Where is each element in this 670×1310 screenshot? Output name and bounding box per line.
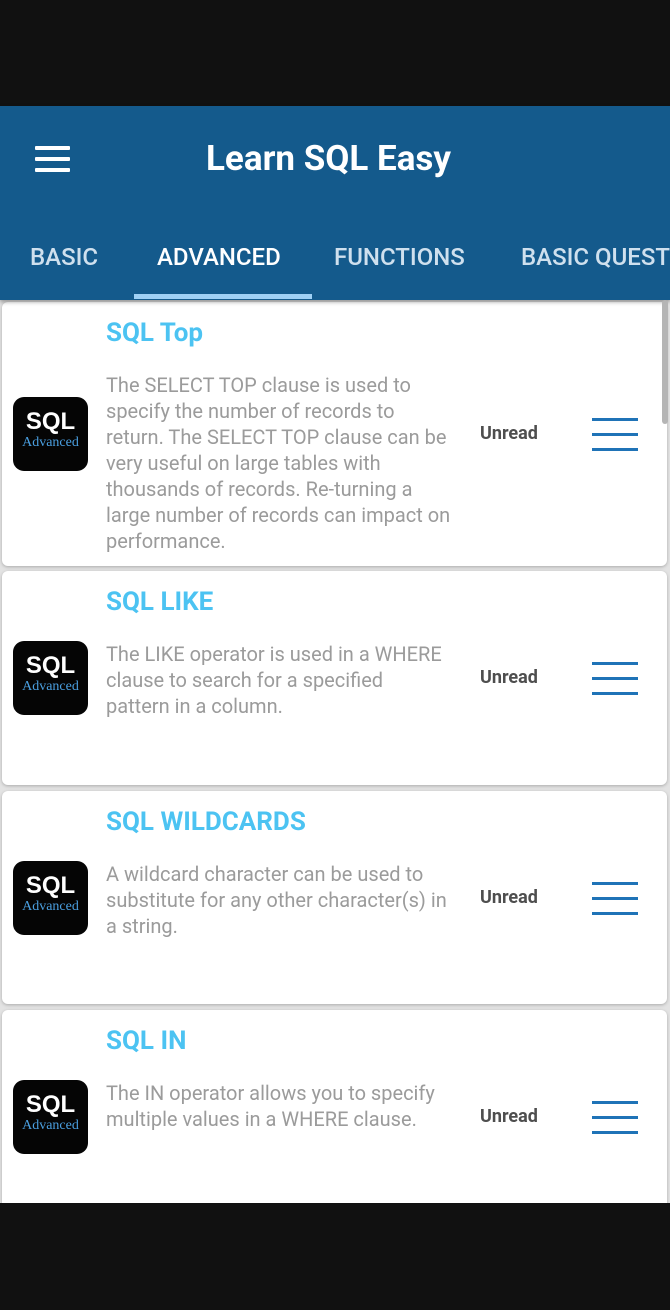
sql-advanced-logo-icon: SQL Advanced [13,861,88,935]
status-bar [0,0,670,106]
lesson-card-sql-like[interactable]: SQL Advanced SQL LIKE The LIKE operator … [2,571,667,785]
lesson-description: The SELECT TOP clause is used to specify… [106,373,451,553]
hamburger-menu-icon[interactable] [592,882,638,916]
lesson-title: SQL WILDCARDS [106,807,306,837]
lesson-card-sql-in[interactable]: SQL Advanced SQL IN The IN operator allo… [2,1010,667,1203]
lesson-card-sql-top[interactable]: SQL Advanced SQL Top The SELECT TOP clau… [2,302,667,566]
app-bar: Learn SQL Easy BASIC ADVANCED FUNCTIONS … [0,106,670,300]
tab-advanced[interactable]: ADVANCED [157,224,281,300]
lesson-list[interactable]: SQL Advanced SQL Top The SELECT TOP clau… [0,300,670,1203]
sql-advanced-logo-icon: SQL Advanced [13,1080,88,1154]
hamburger-menu-icon[interactable] [592,418,638,452]
system-navigation-bar [0,1203,670,1310]
active-tab-indicator [134,294,312,299]
lesson-description: The LIKE operator is used in a WHERE cla… [106,642,442,718]
lesson-title: SQL IN [106,1026,187,1056]
read-status: Unread [480,887,538,908]
lesson-description: A wildcard character can be used to subs… [106,862,447,938]
hamburger-menu-icon[interactable] [592,662,638,696]
sql-advanced-logo-icon: SQL Advanced [13,641,88,715]
hamburger-menu-icon[interactable] [592,1101,638,1135]
sql-advanced-logo-icon: SQL Advanced [13,397,88,471]
read-status: Unread [480,1106,538,1127]
scrollbar[interactable] [662,300,668,424]
read-status: Unread [480,667,538,688]
lesson-card-sql-wildcards[interactable]: SQL Advanced SQL WILDCARDS A wildcard ch… [2,791,667,1004]
tab-basic-questions[interactable]: BASIC QUESTIONS [521,224,670,300]
app-title: Learn SQL Easy [206,138,452,179]
lesson-title: SQL Top [106,318,203,348]
lesson-description: The IN operator allows you to specify mu… [106,1081,435,1131]
tab-functions[interactable]: FUNCTIONS [334,224,465,300]
hamburger-menu-icon[interactable] [22,134,82,184]
tab-basic[interactable]: BASIC [30,224,98,300]
lesson-title: SQL LIKE [106,587,214,617]
read-status: Unread [480,423,538,444]
tab-bar: BASIC ADVANCED FUNCTIONS BASIC QUESTIONS [0,224,670,300]
